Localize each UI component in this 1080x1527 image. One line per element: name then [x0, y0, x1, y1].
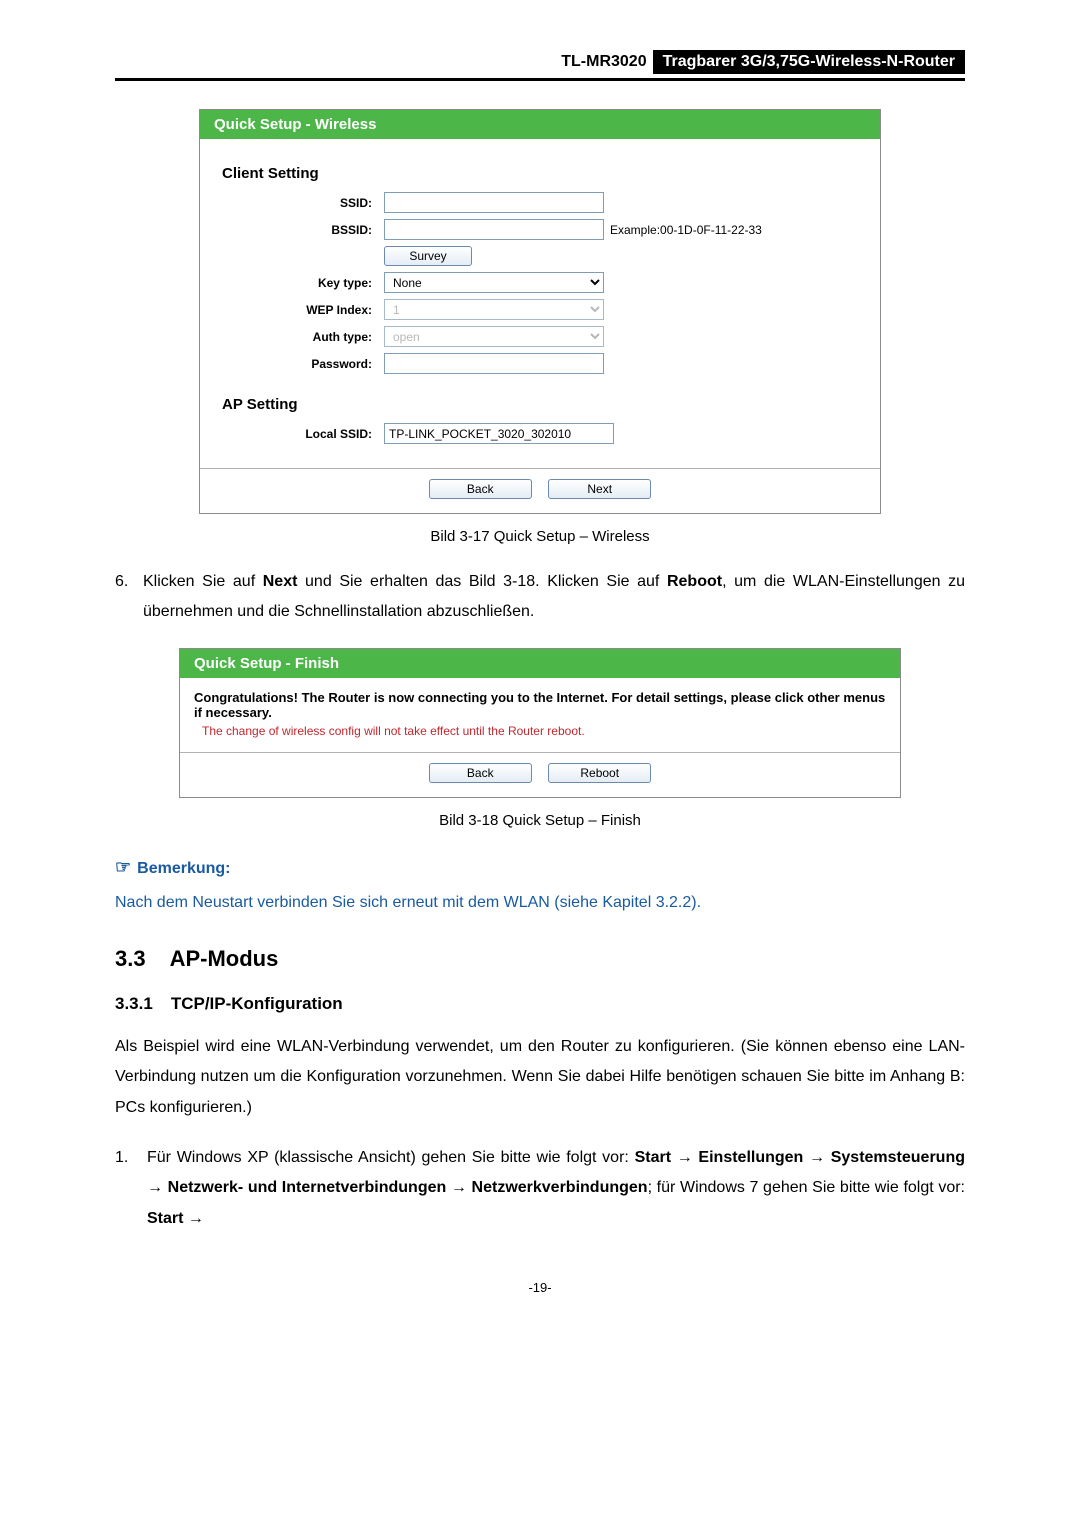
- section-3-3-1: 3.3.1TCP/IP-Konfiguration: [115, 994, 965, 1014]
- ap-setting-title: AP Setting: [222, 396, 864, 413]
- doc-header: TL-MR3020 Tragbarer 3G/3,75G-Wireless-N-…: [115, 50, 965, 81]
- figure-wireless: Quick Setup - Wireless Client Setting SS…: [115, 109, 965, 545]
- back-button[interactable]: Back: [429, 479, 532, 499]
- localssid-input[interactable]: [384, 423, 614, 444]
- next-button[interactable]: Next: [548, 479, 651, 499]
- wepindex-label: WEP Index:: [222, 303, 384, 317]
- paragraph-intro: Als Beispiel wird eine WLAN-Verbindung v…: [115, 1032, 965, 1123]
- keytype-select[interactable]: None: [384, 272, 604, 293]
- reboot-button[interactable]: Reboot: [548, 763, 651, 783]
- authtype-label: Auth type:: [222, 330, 384, 344]
- step1: 1. Für Windows XP (klassische Ansicht) g…: [115, 1143, 965, 1234]
- ssid-input[interactable]: [384, 192, 604, 213]
- keytype-label: Key type:: [222, 276, 384, 290]
- survey-button[interactable]: Survey: [384, 246, 472, 266]
- bssid-hint: Example:00-1D-0F-11-22-33: [610, 223, 762, 237]
- localssid-label: Local SSID:: [222, 427, 384, 441]
- step1-number: 1.: [115, 1143, 147, 1234]
- page-number: -19-: [115, 1280, 965, 1295]
- bssid-input[interactable]: [384, 219, 604, 240]
- section-3-3: 3.3AP-Modus: [115, 946, 965, 972]
- panel-title-wireless: Quick Setup - Wireless: [200, 110, 880, 139]
- finish-back-button[interactable]: Back: [429, 763, 532, 783]
- finish-warning: The change of wireless config will not t…: [180, 724, 900, 752]
- fig2-caption: Bild 3-18 Quick Setup – Finish: [115, 812, 965, 829]
- note-heading: ☞Bemerkung:: [115, 857, 965, 878]
- figure-finish: Quick Setup - Finish Congratulations! Th…: [179, 648, 901, 798]
- bssid-label: BSSID:: [222, 223, 384, 237]
- doc-header-desc: Tragbarer 3G/3,75G-Wireless-N-Router: [653, 50, 965, 74]
- finish-message: Congratulations! The Router is now conne…: [180, 678, 900, 724]
- step6-number: 6.: [115, 567, 143, 628]
- client-setting-title: Client Setting: [222, 165, 864, 182]
- authtype-select[interactable]: open: [384, 326, 604, 347]
- password-input[interactable]: [384, 353, 604, 374]
- password-label: Password:: [222, 357, 384, 371]
- step6: 6. Klicken Sie auf Next und Sie erhalten…: [115, 567, 965, 628]
- note-body: Nach dem Neustart verbinden Sie sich ern…: [115, 894, 965, 912]
- hand-icon: ☞: [115, 857, 131, 878]
- ssid-label: SSID:: [222, 196, 384, 210]
- panel-title-finish: Quick Setup - Finish: [180, 649, 900, 678]
- doc-header-model: TL-MR3020: [555, 50, 652, 74]
- fig1-caption: Bild 3-17 Quick Setup – Wireless: [115, 528, 965, 545]
- wepindex-select[interactable]: 1: [384, 299, 604, 320]
